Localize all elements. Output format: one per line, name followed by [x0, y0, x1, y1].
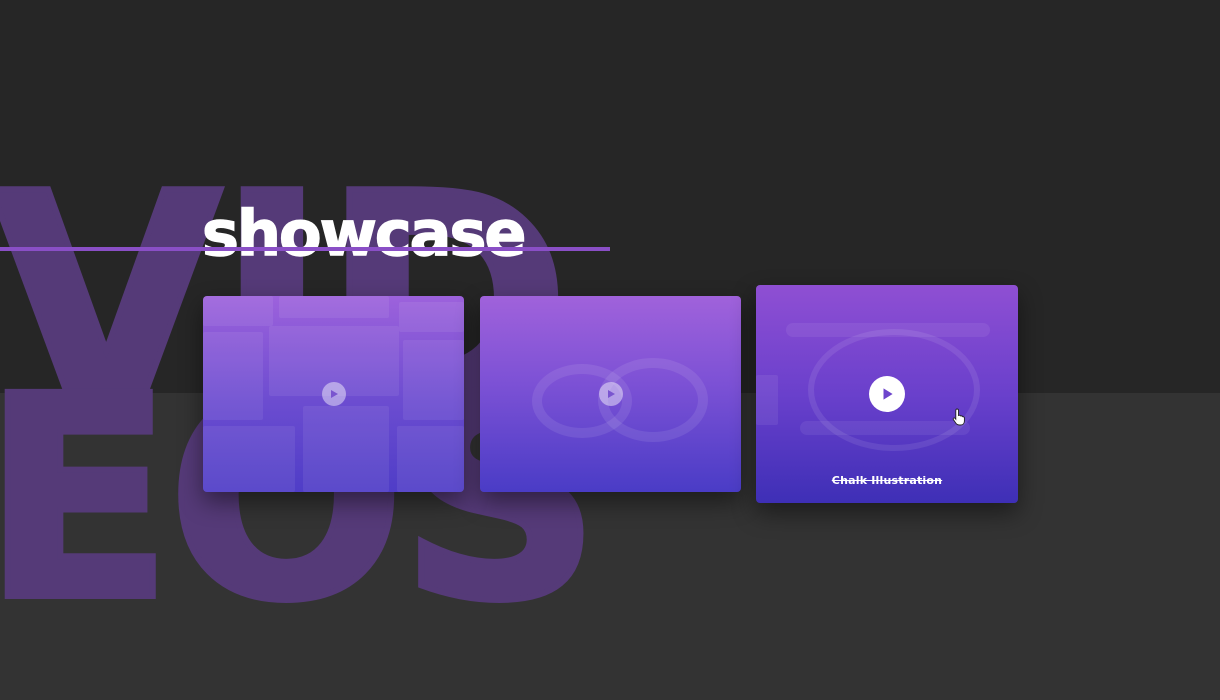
- illustration-banner: [800, 421, 970, 435]
- play-button[interactable]: [322, 382, 346, 406]
- video-card-2[interactable]: [480, 296, 741, 492]
- thumbnail-tile: [279, 296, 389, 318]
- thumbnail-tile: [203, 296, 273, 326]
- thumbnail-tile: [203, 332, 263, 420]
- page-title: showcase: [201, 197, 527, 270]
- title-strike-line: [202, 247, 532, 251]
- thumbnail-tile: [203, 426, 295, 492]
- play-icon: [331, 390, 338, 398]
- play-button[interactable]: [869, 376, 905, 412]
- thumbnail-tile: [756, 375, 778, 425]
- video-card-1[interactable]: [203, 296, 464, 492]
- thumbnail-tile: [303, 406, 389, 492]
- video-card-3[interactable]: Chalk Illustration: [756, 285, 1018, 503]
- thumbnail-tile: [399, 302, 464, 332]
- thumbnail-tile: [403, 340, 464, 420]
- play-icon: [608, 390, 615, 398]
- hand-pointer-icon: [952, 408, 965, 426]
- play-icon: [883, 388, 893, 400]
- illustration-banner: [786, 323, 990, 337]
- card-title: Chalk Illustration: [831, 474, 943, 487]
- thumbnail-tile: [397, 426, 464, 492]
- play-button[interactable]: [599, 382, 623, 406]
